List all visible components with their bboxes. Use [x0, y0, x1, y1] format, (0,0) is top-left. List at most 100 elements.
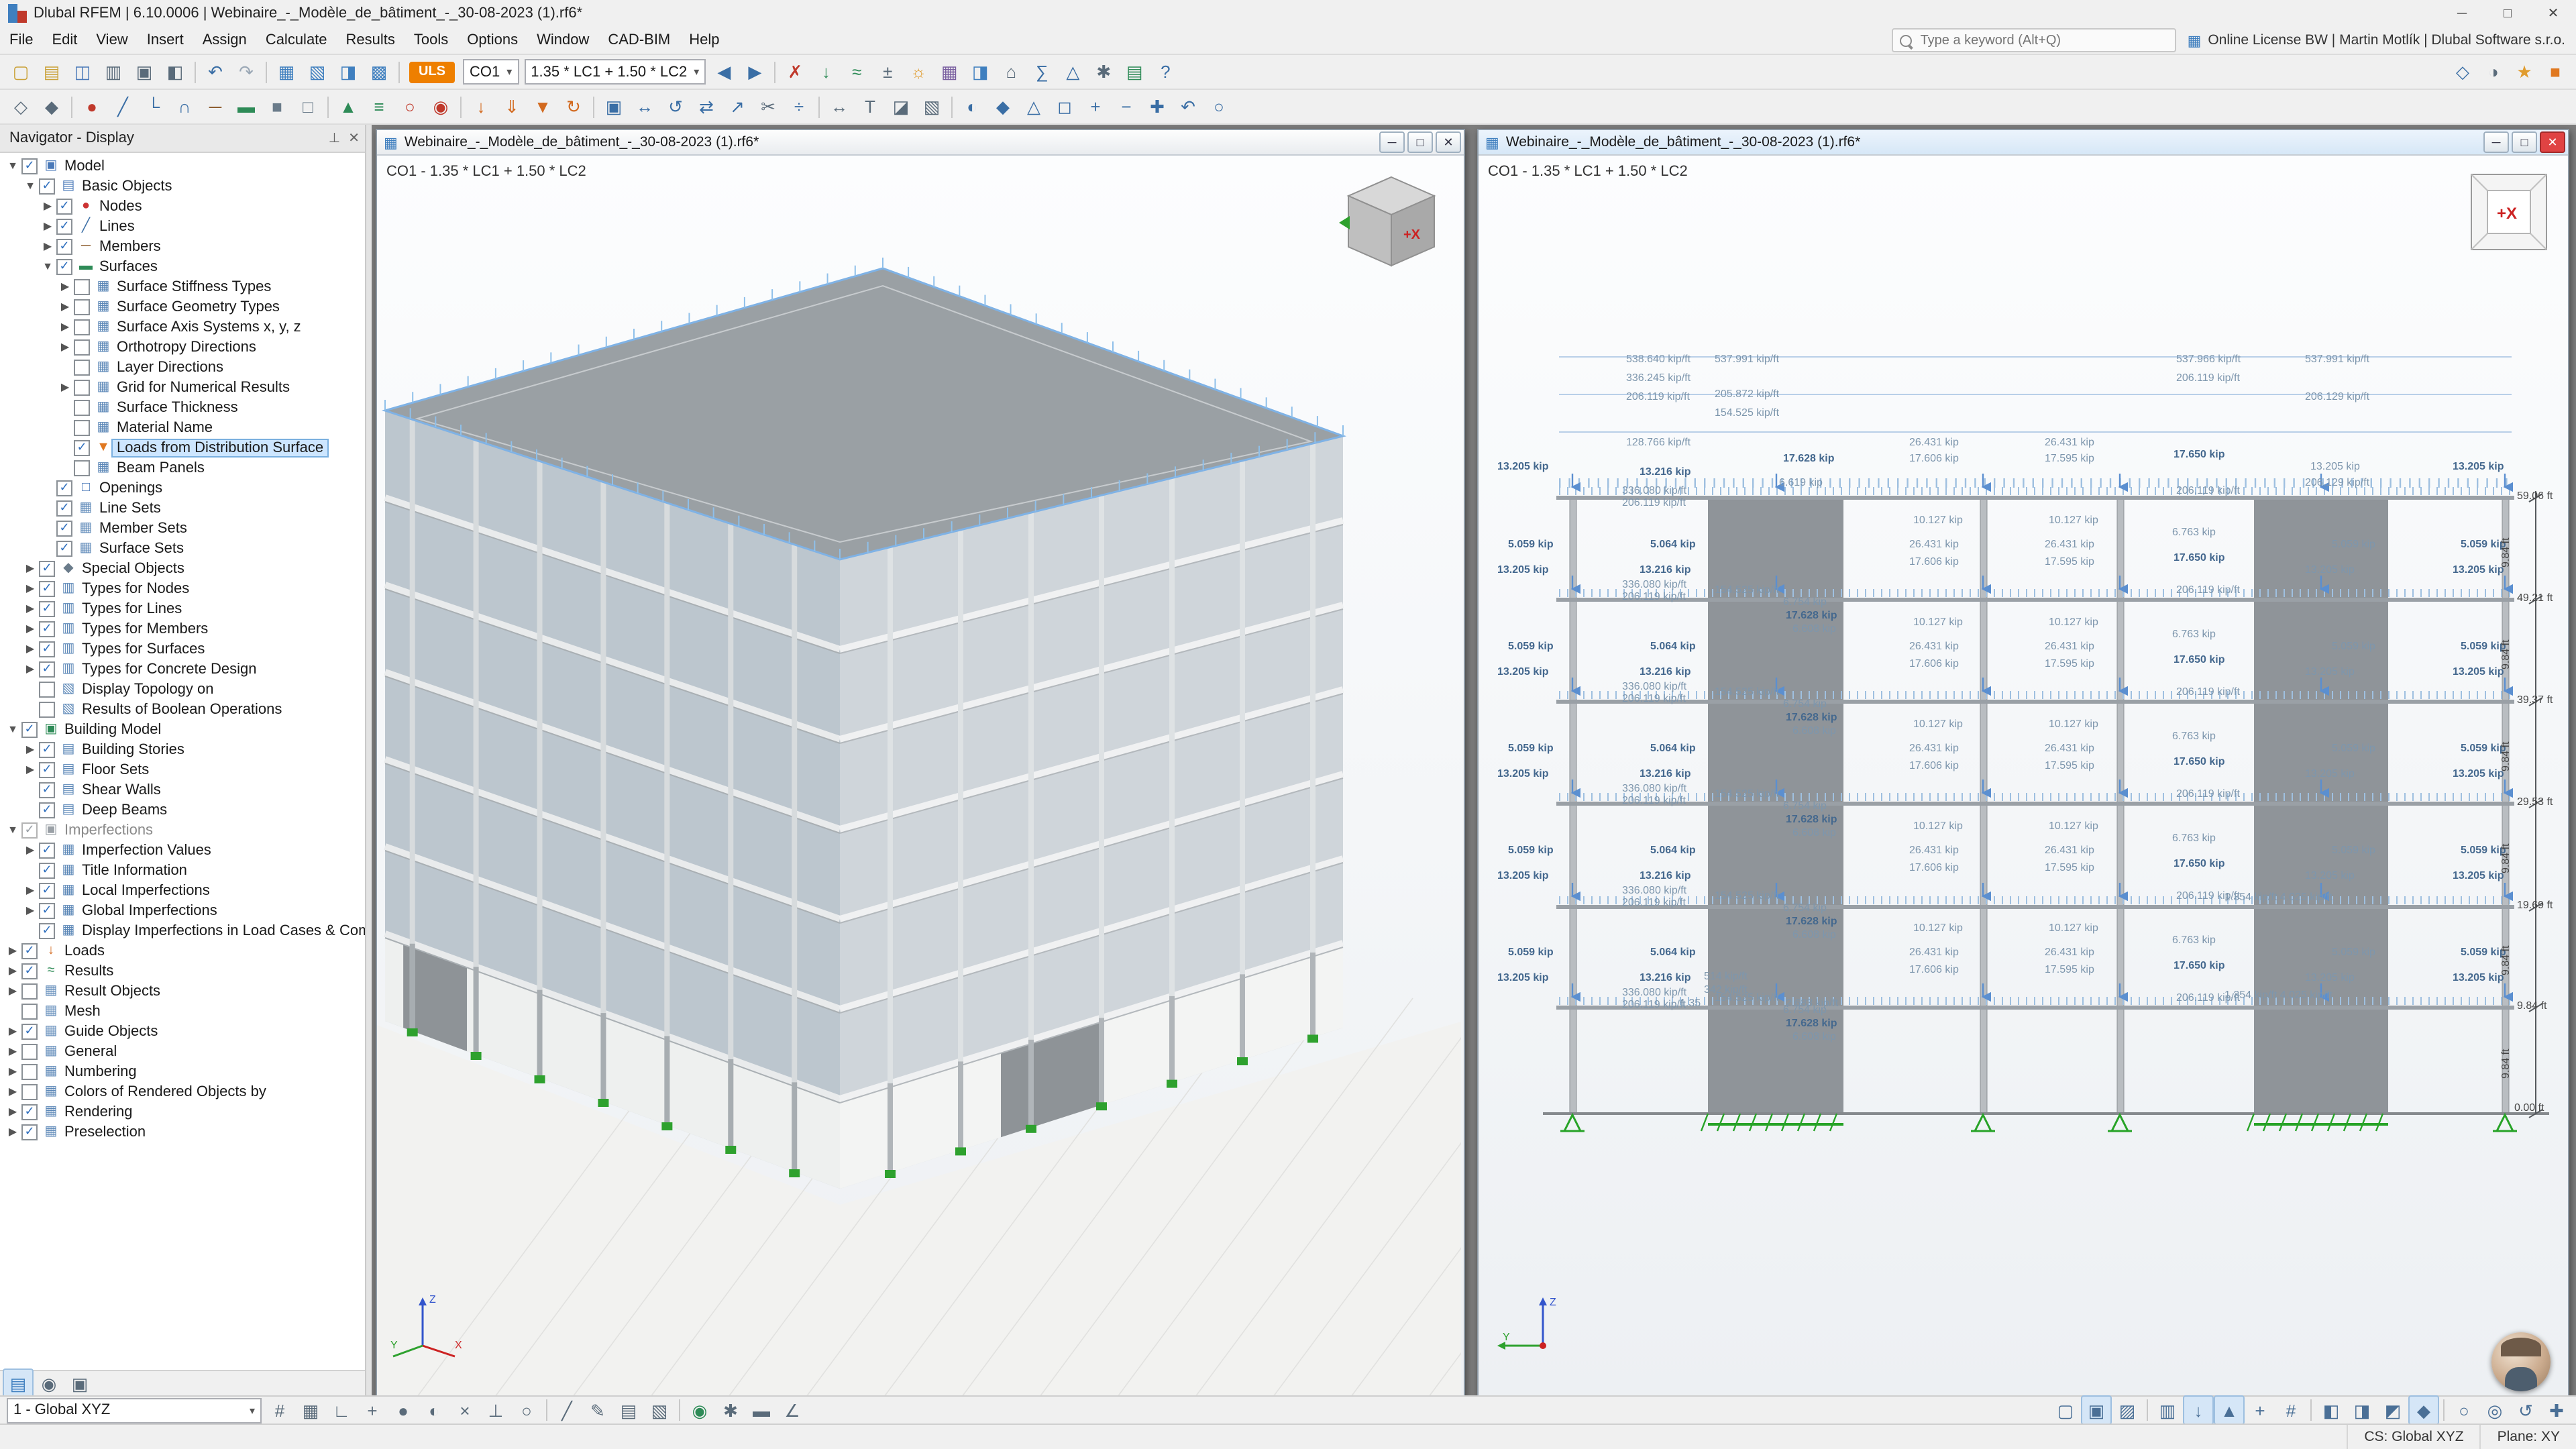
tree-item-types-for-surfaces[interactable]: ▶✓▥Types for Surfaces: [0, 639, 365, 659]
snap-to-grid-button[interactable]: #: [264, 1395, 295, 1425]
tree-expander[interactable]: ▶: [23, 763, 38, 775]
zoom-selection-button[interactable]: ◎: [2479, 1395, 2510, 1425]
tree-expander[interactable]: ▶: [58, 280, 72, 292]
menu-file[interactable]: File: [0, 30, 42, 51]
menu-tools[interactable]: Tools: [405, 30, 458, 51]
tree-checkbox[interactable]: ✓: [21, 1104, 38, 1120]
tree-item-preselection[interactable]: ▶✓▦Preselection: [0, 1122, 365, 1142]
tree-item-loads[interactable]: ▶✓↓Loads: [0, 941, 365, 961]
tree-checkbox[interactable]: ✓: [21, 822, 38, 838]
tree-checkbox[interactable]: ✓: [56, 520, 72, 536]
tree-checkbox[interactable]: [74, 399, 90, 415]
coordinate-input-button[interactable]: ▬: [746, 1395, 777, 1425]
split-view-button[interactable]: ◨: [333, 57, 364, 87]
tree-item-lines[interactable]: ▶✓╱Lines: [0, 216, 365, 236]
view-manager-button[interactable]: ▩: [364, 57, 394, 87]
tree-expander[interactable]: ▶: [5, 1025, 20, 1037]
show-thicknesses-button[interactable]: ▥: [2152, 1395, 2183, 1425]
tree-item-types-for-concrete-design[interactable]: ▶✓▥Types for Concrete Design: [0, 659, 365, 679]
tree-expander[interactable]: ▶: [23, 582, 38, 594]
tree-item-imperfections[interactable]: ▼✓▣Imperfections: [0, 820, 365, 840]
tree-item-member-sets[interactable]: ✓▦Member Sets: [0, 518, 365, 538]
show-grid-button[interactable]: ▦: [295, 1395, 326, 1425]
menu-edit[interactable]: Edit: [42, 30, 87, 51]
viewport-right-canvas[interactable]: CO1 - 1.35 * LC1 + 1.50 * LC2 538.640 ki…: [1479, 156, 2568, 1395]
section-view-button[interactable]: ◪: [885, 92, 916, 121]
maximize-button[interactable]: □: [2485, 0, 2530, 27]
tree-item-surface-axis-systems-x-y-z[interactable]: ▶▦Surface Axis Systems x, y, z: [0, 317, 365, 337]
select-special-button[interactable]: ◆: [36, 92, 67, 121]
coordinate-system-button[interactable]: ⌂: [996, 57, 1026, 87]
trim-lines-button[interactable]: ✂: [753, 92, 784, 121]
tree-checkbox[interactable]: ✓: [39, 600, 55, 616]
tree-expander[interactable]: ▶: [58, 321, 72, 333]
tree-checkbox[interactable]: ✓: [39, 802, 55, 818]
tree-checkbox[interactable]: [74, 460, 90, 476]
tree-expander[interactable]: ▶: [5, 965, 20, 977]
clipping-planes-button[interactable]: ▧: [916, 92, 947, 121]
tree-item-mesh[interactable]: ▦Mesh: [0, 1001, 365, 1021]
tree-checkbox[interactable]: ✓: [39, 782, 55, 798]
child-close-button[interactable]: ✕: [1436, 131, 1461, 153]
show-supports-toggle-button[interactable]: ▲: [2214, 1395, 2245, 1425]
tree-item-special-objects[interactable]: ▶✓◆Special Objects: [0, 558, 365, 578]
cartesian-snap-button[interactable]: +: [357, 1395, 388, 1425]
control-panel-button[interactable]: ◨: [965, 57, 996, 87]
tree-checkbox[interactable]: [74, 359, 90, 375]
snap-nodes-button[interactable]: ●: [388, 1395, 419, 1425]
tree-checkbox[interactable]: [74, 278, 90, 294]
menu-view[interactable]: View: [87, 30, 137, 51]
tree-item-types-for-members[interactable]: ▶✓▥Types for Members: [0, 619, 365, 639]
tree-item-results-of-boolean-operations[interactable]: ▧Results of Boolean Operations: [0, 699, 365, 719]
tree-item-surface-geometry-types[interactable]: ▶▦Surface Geometry Types: [0, 297, 365, 317]
menu-results[interactable]: Results: [337, 30, 405, 51]
nodal-load-button[interactable]: ↓: [466, 92, 496, 121]
mirror-objects-button[interactable]: ⇄: [691, 92, 722, 121]
full-view-button[interactable]: ○: [1203, 92, 1234, 121]
tree-checkbox[interactable]: [74, 299, 90, 315]
zoom-all-button[interactable]: ○: [2449, 1395, 2479, 1425]
tree-expander[interactable]: ▶: [5, 1065, 20, 1077]
tree-item-openings[interactable]: ✓□Openings: [0, 478, 365, 498]
printout-report-button[interactable]: ▣: [129, 57, 160, 87]
guidelines-button[interactable]: ╱: [551, 1395, 582, 1425]
units-settings-button[interactable]: ◇: [2447, 57, 2478, 87]
tree-checkbox[interactable]: ✓: [21, 158, 38, 174]
calculation-settings-button[interactable]: ✱: [1088, 57, 1119, 87]
tree-expander[interactable]: ▶: [23, 884, 38, 896]
select-objects-button[interactable]: ◇: [5, 92, 36, 121]
move-objects-button[interactable]: ↔: [629, 92, 660, 121]
navigator-camera-tab-button[interactable]: ▣: [64, 1368, 95, 1398]
tree-expander[interactable]: ▶: [5, 1085, 20, 1097]
scale-objects-button[interactable]: ↗: [722, 92, 753, 121]
tree-checkbox[interactable]: ✓: [56, 218, 72, 234]
tree-expander[interactable]: ▶: [58, 381, 72, 393]
tree-expander[interactable]: ▶: [40, 240, 55, 252]
snap-midpoints-button[interactable]: ◐: [419, 1395, 449, 1425]
tree-expander[interactable]: ▶: [23, 663, 38, 675]
help-button[interactable]: ?: [1150, 57, 1181, 87]
load-combination-select[interactable]: CO1 ▾: [463, 59, 519, 85]
tree-checkbox[interactable]: ✓: [21, 943, 38, 959]
search-input[interactable]: [1918, 32, 2169, 49]
tree-checkbox[interactable]: ✓: [56, 540, 72, 556]
tree-checkbox[interactable]: ✓: [39, 178, 55, 194]
tree-item-numbering[interactable]: ▶▦Numbering: [0, 1061, 365, 1081]
tree-item-nodes[interactable]: ▶✓●Nodes: [0, 196, 365, 216]
tree-item-beam-panels[interactable]: ▦Beam Panels: [0, 458, 365, 478]
tree-item-surface-stiffness-types[interactable]: ▶▦Surface Stiffness Types: [0, 276, 365, 297]
tree-checkbox[interactable]: ✓: [56, 198, 72, 214]
tree-item-layer-directions[interactable]: ▦Layer Directions: [0, 357, 365, 377]
isometric-button[interactable]: ◆: [2408, 1395, 2439, 1425]
result-diagrams-button[interactable]: ±: [872, 57, 903, 87]
tree-item-floor-sets[interactable]: ▶✓▤Floor Sets: [0, 759, 365, 780]
view-compass[interactable]: +X: [2469, 172, 2549, 252]
tree-item-colors-of-rendered-objects-by[interactable]: ▶▦Colors of Rendered Objects by: [0, 1081, 365, 1102]
save-model-button[interactable]: ◫: [67, 57, 98, 87]
pan-button[interactable]: ✚: [2541, 1395, 2572, 1425]
tree-checkbox[interactable]: ✓: [39, 560, 55, 576]
print-graphic-button[interactable]: ▥: [98, 57, 129, 87]
graphic-view-button[interactable]: ▧: [302, 57, 333, 87]
tree-item-types-for-nodes[interactable]: ▶✓▥Types for Nodes: [0, 578, 365, 598]
tree-item-global-imperfections[interactable]: ▶✓▦Global Imperfections: [0, 900, 365, 920]
